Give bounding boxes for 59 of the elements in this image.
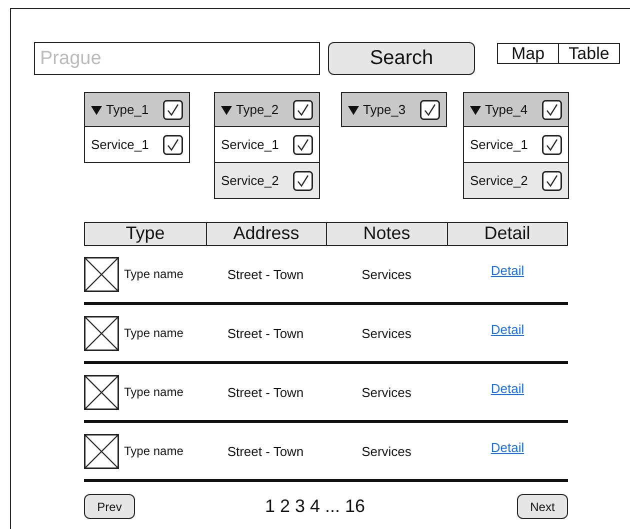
detail-link[interactable]: Detail xyxy=(490,381,524,396)
filter-group-header[interactable]: Type_2 xyxy=(215,93,319,126)
image-placeholder xyxy=(84,434,119,468)
type-name: Type name xyxy=(124,326,184,340)
service-label: Service_1 xyxy=(91,137,150,152)
checkbox[interactable] xyxy=(542,100,562,120)
type-name: Type name xyxy=(124,444,184,458)
type-name: Type name xyxy=(124,385,184,399)
detail-link[interactable]: Detail xyxy=(490,322,524,337)
caret-icon[interactable] xyxy=(348,104,359,114)
page-numbers[interactable]: 1 2 3 4 ... 16 xyxy=(264,496,366,517)
checkbox[interactable] xyxy=(293,170,313,190)
address-cell-text: Street - Town xyxy=(226,266,305,282)
checkbox[interactable] xyxy=(163,100,183,120)
service-label: Service_1 xyxy=(470,137,529,152)
image-placeholder xyxy=(84,316,119,350)
column-header: Type xyxy=(124,223,166,245)
checkbox[interactable] xyxy=(542,170,562,190)
address-cell-text: Street - Town xyxy=(226,444,305,458)
view-toggle-button[interactable]: Map xyxy=(497,43,559,64)
filter-type-label: Type_3 xyxy=(363,102,407,117)
filter-group-header[interactable]: Type_4 xyxy=(464,93,568,126)
image-placeholder xyxy=(84,256,119,292)
address-cell-text: Street - Town xyxy=(226,326,305,340)
search-field[interactable]: Prague xyxy=(34,42,320,75)
service-label: Service_1 xyxy=(221,137,280,152)
service-filter-row[interactable]: Service_2 xyxy=(464,162,568,198)
checkbox[interactable] xyxy=(293,134,313,154)
notes-cell-text: Services xyxy=(360,444,412,458)
checkbox[interactable] xyxy=(420,100,440,120)
detail-link[interactable]: Detail xyxy=(490,440,524,455)
prev-button[interactable]: Prev xyxy=(84,494,135,519)
type-name: Type name xyxy=(124,267,184,281)
next-button[interactable]: Next xyxy=(516,494,568,519)
service-label: Service_2 xyxy=(470,173,529,188)
view-toggle-button[interactable]: Table xyxy=(559,43,620,64)
column-header: Detail xyxy=(446,223,567,245)
checkbox[interactable] xyxy=(542,134,562,154)
notes-cell-text: Services xyxy=(360,384,412,400)
checkbox[interactable] xyxy=(163,134,183,154)
detail-link[interactable]: Detail xyxy=(490,263,524,278)
caret-icon[interactable] xyxy=(470,104,481,114)
service-filter-row[interactable]: Service_2 xyxy=(215,162,319,198)
column-header: Notes xyxy=(326,223,446,245)
filter-type-label: Type_1 xyxy=(106,102,150,117)
search-button[interactable]: Search xyxy=(328,42,475,75)
notes-cell-text: Services xyxy=(360,326,412,340)
image-placeholder xyxy=(84,374,119,410)
filter-type-label: Type_4 xyxy=(485,102,529,117)
caret-icon[interactable] xyxy=(91,104,102,114)
filter-group-header[interactable]: Type_1 xyxy=(85,93,189,126)
column-header: Address xyxy=(206,223,326,245)
notes-cell-text: Services xyxy=(360,266,412,282)
caret-icon[interactable] xyxy=(221,104,232,114)
service-label: Service_2 xyxy=(221,173,280,188)
address-cell-text: Street - Town xyxy=(226,384,305,400)
filter-type-label: Type_2 xyxy=(236,102,280,117)
checkbox[interactable] xyxy=(293,100,313,120)
filter-group-header[interactable]: Type_3 xyxy=(342,93,446,126)
